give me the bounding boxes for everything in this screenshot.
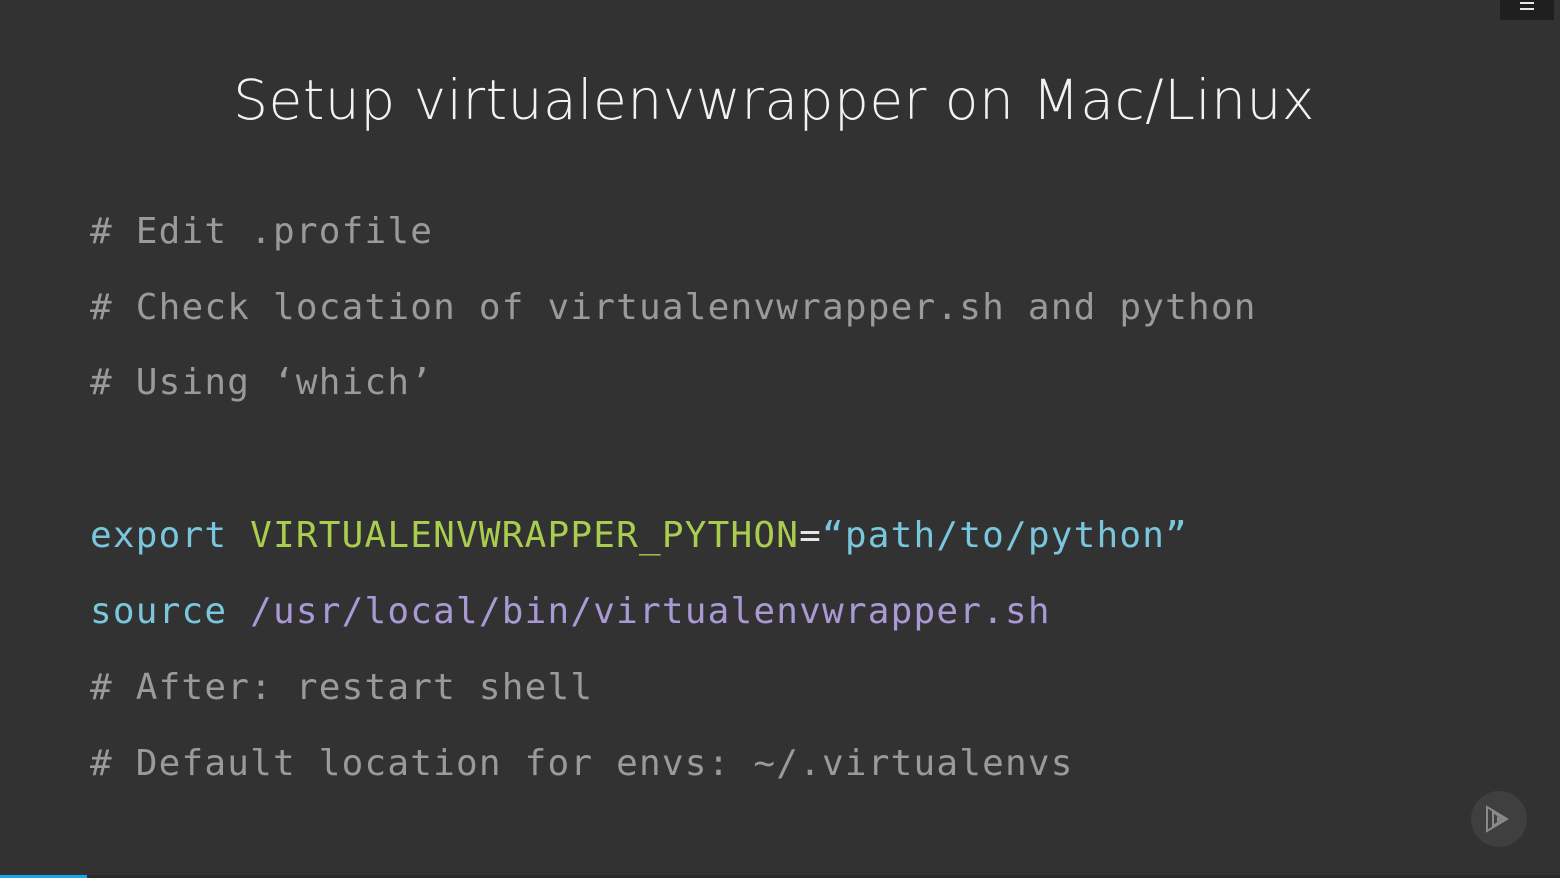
wrapper-script-path: /usr/local/bin/virtualenvwrapper.sh xyxy=(250,591,1051,632)
code-comment-default-location: # Default location for envs: ~/.virtuale… xyxy=(90,743,1074,784)
pluralsight-play-icon xyxy=(1486,805,1509,833)
code-source-line: source /usr/local/bin/virtualenvwrapper.… xyxy=(90,590,1051,634)
source-keyword: source xyxy=(90,591,228,632)
code-comment-edit-profile: # Edit .profile xyxy=(90,211,434,252)
code-comment-using-which: # Using ‘which’ xyxy=(90,362,434,403)
hamburger-menu-icon xyxy=(1520,2,1534,4)
env-variable-name: VIRTUALENVWRAPPER_PYTHON xyxy=(250,515,800,556)
python-path-string: “path/to/python” xyxy=(821,515,1188,556)
code-export-line: export VIRTUALENVWRAPPER_PYTHON=“path/to… xyxy=(90,514,1188,558)
code-comment-check-location: # Check location of virtualenvwrapper.sh… xyxy=(90,287,1257,328)
equals-operator: = xyxy=(799,515,822,556)
export-keyword: export xyxy=(90,515,228,556)
slide-title: Setup virtualenvwrapper on Mac/Linux xyxy=(233,68,1315,132)
slide-stage: Setup virtualenvwrapper on Mac/Linux # E… xyxy=(0,0,1560,878)
hamburger-menu-icon-bar xyxy=(1520,8,1534,10)
code-comment-restart-shell: # After: restart shell xyxy=(90,667,594,708)
play-button[interactable] xyxy=(1471,791,1527,847)
menu-button[interactable] xyxy=(1500,0,1554,20)
